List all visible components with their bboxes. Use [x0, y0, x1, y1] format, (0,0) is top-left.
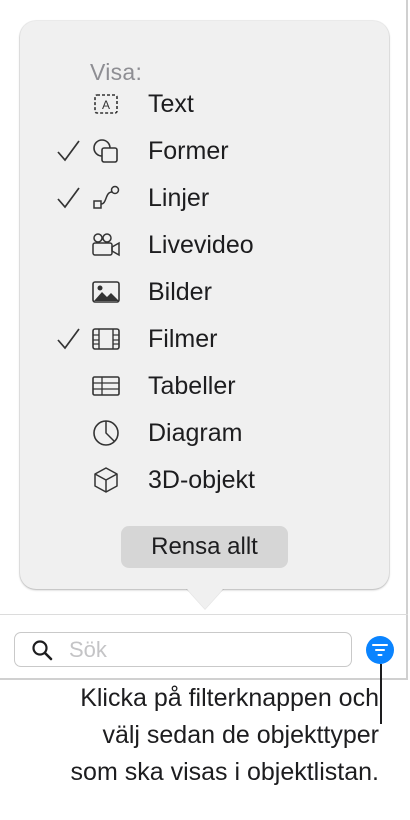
- cube-icon: [88, 460, 124, 500]
- chart-icon: [88, 413, 124, 453]
- checkmark-icon: [50, 319, 86, 359]
- filter-icon: [372, 643, 388, 657]
- table-icon: [88, 366, 124, 406]
- filter-item-images[interactable]: Bilder: [50, 272, 390, 312]
- filter-item-label: Bilder: [148, 277, 212, 306]
- filter-item-tables[interactable]: Tabeller: [50, 366, 390, 406]
- checkmark-slot: [50, 413, 86, 453]
- checkmark-slot: [50, 460, 86, 500]
- checkmark-slot: [50, 366, 86, 406]
- shapes-icon: [88, 131, 124, 171]
- popover-arrow: [187, 589, 223, 609]
- filter-item-live-video[interactable]: Livevideo: [50, 225, 390, 265]
- filter-item-charts[interactable]: Diagram: [50, 413, 390, 453]
- filter-item-shapes[interactable]: Former: [50, 131, 390, 171]
- checkmark-icon: [50, 131, 86, 171]
- search-icon: [25, 632, 59, 667]
- filter-item-label: Former: [148, 136, 229, 165]
- search-field[interactable]: [14, 632, 352, 667]
- filter-item-label: Diagram: [148, 418, 243, 447]
- checkmark-slot: [50, 225, 86, 265]
- filter-popover: Visa: A Text Former Linjer Livevideo Bil…: [20, 21, 389, 589]
- image-icon: [88, 272, 124, 312]
- caption-line: som ska visas i objektlistan.: [70, 758, 379, 786]
- checkmark-icon: [50, 178, 86, 218]
- filter-item-label: Text: [148, 89, 194, 118]
- text-box-icon: A: [88, 84, 124, 124]
- checkmark-slot: [50, 272, 86, 312]
- filter-button[interactable]: [366, 636, 394, 664]
- filter-item-lines[interactable]: Linjer: [50, 178, 390, 218]
- divider: [0, 614, 408, 615]
- callout-line: [380, 664, 382, 724]
- live-video-icon: [88, 225, 124, 265]
- filter-item-movies[interactable]: Filmer: [50, 319, 390, 359]
- checkmark-slot: [50, 84, 86, 124]
- filter-item-label: Linjer: [148, 183, 210, 212]
- callout-caption: Klicka på filterknappen och välj sedan d…: [0, 680, 379, 791]
- popover-header: Visa:: [90, 59, 143, 85]
- filter-item-label: 3D-objekt: [148, 465, 255, 494]
- filter-item-label: Filmer: [148, 324, 218, 353]
- filter-item-label: Tabeller: [148, 371, 236, 400]
- svg-text:A: A: [102, 98, 110, 112]
- filter-item-3d-objects[interactable]: 3D-objekt: [50, 460, 390, 500]
- search-input[interactable]: [69, 636, 329, 663]
- filter-item-label: Livevideo: [148, 230, 254, 259]
- caption-line: välj sedan de objekttyper: [102, 721, 379, 749]
- lines-icon: [88, 178, 124, 218]
- clear-all-button[interactable]: Rensa allt: [121, 526, 288, 568]
- film-icon: [88, 319, 124, 359]
- filter-item-text[interactable]: A Text: [50, 84, 390, 124]
- caption-line: Klicka på filterknappen och: [80, 684, 379, 712]
